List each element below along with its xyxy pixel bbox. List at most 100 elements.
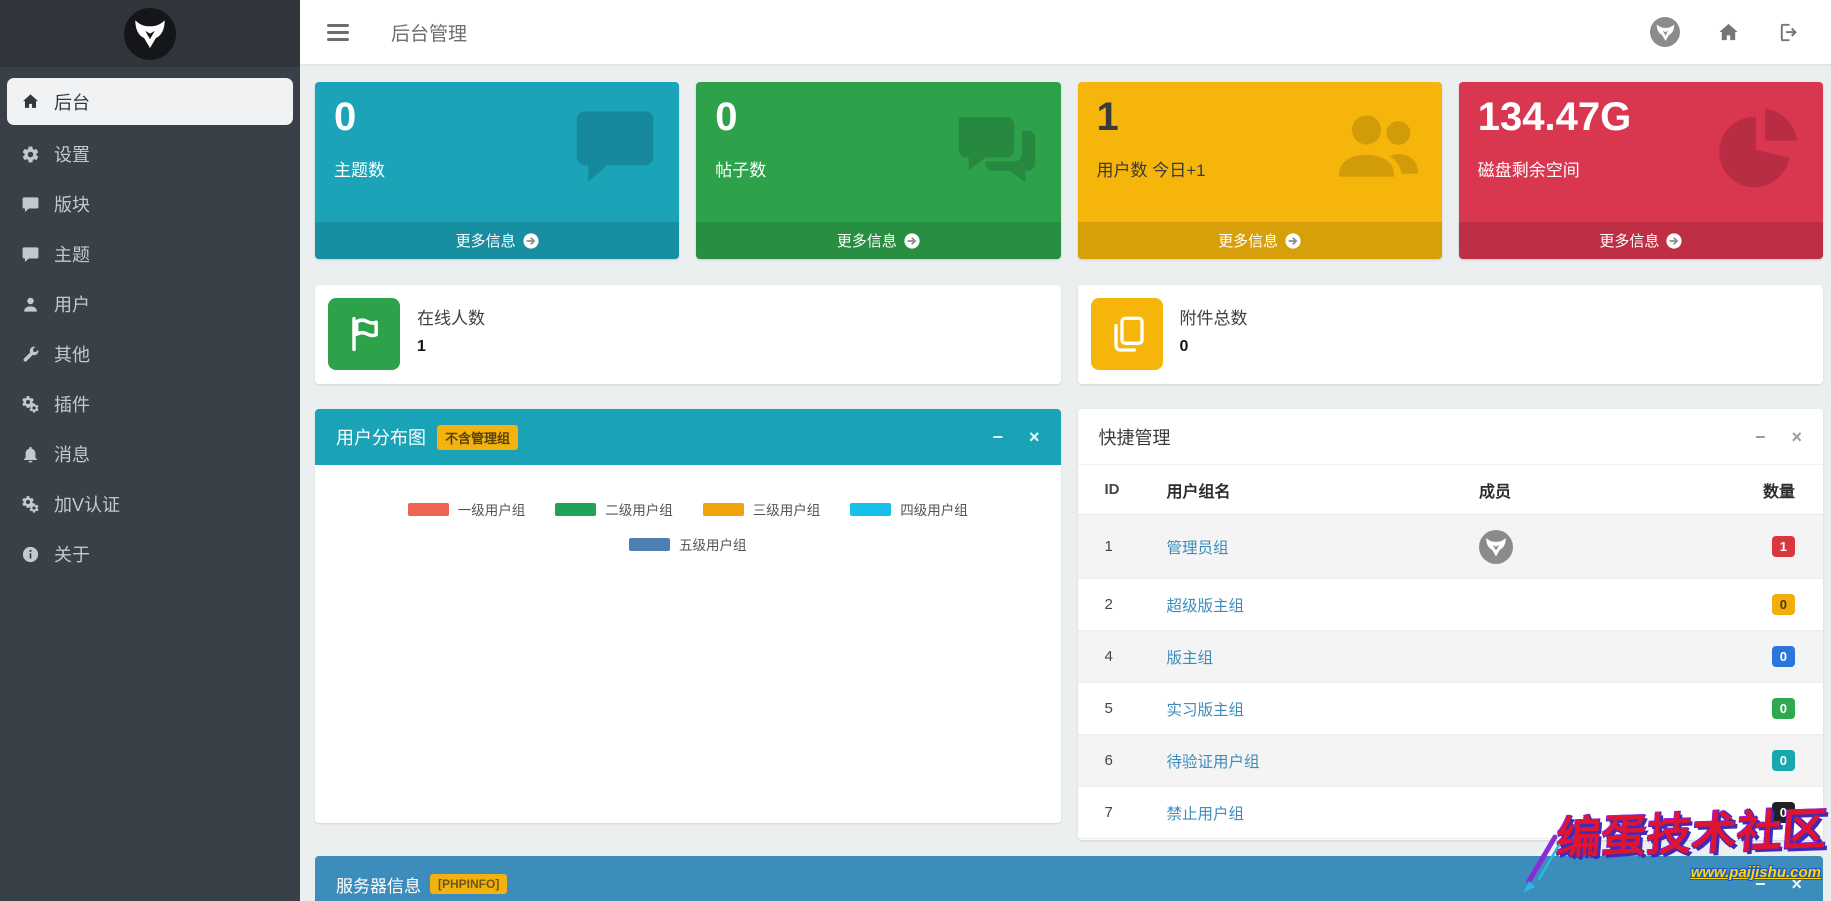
more-info-link[interactable]: 更多信息 [315, 222, 680, 259]
sidebar-item-label: 其他 [54, 345, 90, 365]
row-id: 1 [1104, 538, 1113, 555]
cogs-icon [21, 395, 40, 414]
gear-icon [21, 145, 40, 164]
row-id: 5 [1104, 700, 1113, 717]
group-link[interactable]: 超级版主组 [1167, 598, 1245, 615]
sign-out-icon[interactable] [1777, 21, 1800, 44]
more-info-link[interactable]: 更多信息 [696, 222, 1061, 259]
table-row: 7 禁止用户组 0 [1077, 787, 1823, 839]
close-button[interactable]: × [1029, 428, 1040, 446]
legend-item[interactable]: 五级用户组 [629, 534, 747, 554]
group-link[interactable]: 待验证用户组 [1167, 754, 1260, 771]
stat-card-users: 1 用户数 今日+1 更多信息 [1077, 82, 1442, 259]
sidebar-item-about[interactable]: 关于 [0, 529, 300, 579]
quick-manage-panel: 快捷管理 − × ID 用户组名 成员 数量 1 管理员组 1 2 超级版主组 … [1077, 409, 1823, 840]
close-button[interactable]: × [1791, 428, 1802, 446]
flag-icon [328, 298, 400, 370]
sidebar-item-verification[interactable]: 加V认证 [0, 479, 300, 529]
users-icon [1332, 100, 1424, 192]
stat-card-topics: 0 主题数 更多信息 [315, 82, 680, 259]
legend-label: 四级用户组 [900, 503, 968, 518]
wrench-icon [21, 345, 40, 364]
row-id: 2 [1104, 596, 1113, 613]
row-id: 6 [1104, 752, 1113, 769]
group-link[interactable]: 管理员组 [1167, 540, 1229, 557]
main-content: 0 主题数 更多信息 0 帖子数 更多信息 1 用户数 今日+1 更多信息 13… [300, 64, 1831, 901]
sidebar-item-topics[interactable]: 主题 [0, 229, 300, 279]
sidebar-item-other[interactable]: 其他 [0, 329, 300, 379]
legend-item[interactable]: 一级用户组 [407, 499, 526, 519]
sidebar-toggle-button[interactable] [327, 23, 349, 41]
sidebar-item-plugins[interactable]: 插件 [0, 379, 300, 429]
arrow-circle-right-icon [1285, 233, 1301, 249]
member-avatar[interactable] [1479, 529, 1513, 564]
panel-title: 服务器信息 [336, 876, 421, 896]
group-link[interactable]: 禁止用户组 [1167, 806, 1245, 823]
sidebar-item-label: 加V认证 [54, 495, 121, 515]
stat-card-disk: 134.47G 磁盘剩余空间 更多信息 [1458, 82, 1823, 259]
sidebar-item-settings[interactable]: 设置 [0, 129, 300, 179]
info-boxes-row: 在线人数 1 附件总数 0 [315, 285, 1823, 384]
topbar: 后台管理 [300, 0, 1831, 64]
bell-icon [21, 445, 40, 464]
info-box-online: 在线人数 1 [315, 285, 1061, 384]
legend-swatch [850, 502, 892, 516]
row-id: 7 [1104, 804, 1113, 821]
chart-legend-row-1: 一级用户组 二级用户组 三级用户组 四级用户组 [315, 499, 1061, 519]
sidebar-logo-strip [0, 0, 300, 68]
panel-title: 快捷管理 [1098, 427, 1171, 448]
legend-label: 三级用户组 [752, 503, 821, 518]
sidebar-item-label: 用户 [54, 295, 90, 315]
brand-face-icon [1653, 20, 1678, 45]
group-link[interactable]: 实习版主组 [1167, 702, 1245, 719]
comments-icon [951, 100, 1043, 192]
brand-face-icon [1482, 533, 1510, 561]
info-box-title: 在线人数 [417, 309, 485, 328]
group-link[interactable]: 版主组 [1167, 650, 1214, 667]
user-distribution-panel: 用户分布图 不含管理组 − × 一级用户组 二级用户组 三级用户组 四级用户组 … [315, 409, 1061, 823]
avatar[interactable] [1650, 17, 1680, 47]
legend-label: 一级用户组 [457, 503, 526, 518]
legend-item[interactable]: 二级用户组 [555, 499, 673, 519]
table-row: 2 超级版主组 0 [1077, 579, 1823, 631]
legend-swatch [407, 502, 449, 516]
more-info-label: 更多信息 [455, 233, 516, 250]
info-box-title: 附件总数 [1179, 309, 1248, 328]
count-badge: 0 [1771, 802, 1795, 823]
minimize-button[interactable]: − [992, 428, 1003, 446]
brand-logo[interactable] [124, 7, 176, 60]
phpinfo-badge[interactable]: [PHPINFO] [430, 874, 508, 894]
home-icon [21, 92, 40, 111]
legend-item[interactable]: 三级用户组 [702, 499, 821, 519]
sidebar-item-messages[interactable]: 消息 [0, 429, 300, 479]
sidebar-item-label: 主题 [54, 245, 90, 265]
panel-header: 用户分布图 不含管理组 − × [315, 409, 1061, 465]
legend-swatch [629, 537, 670, 551]
count-badge: 0 [1771, 698, 1795, 719]
panels-row: 用户分布图 不含管理组 − × 一级用户组 二级用户组 三级用户组 四级用户组 … [315, 409, 1823, 840]
minimize-button[interactable]: − [1755, 875, 1766, 893]
col-count: 数量 [1762, 483, 1795, 501]
legend-swatch [702, 502, 744, 516]
sidebar-item-users[interactable]: 用户 [0, 279, 300, 329]
table-row: 5 实习版主组 0 [1077, 683, 1823, 735]
row-id: 4 [1104, 648, 1113, 665]
count-badge: 0 [1771, 646, 1795, 667]
chart-canvas: 一级用户组 二级用户组 三级用户组 四级用户组 五级用户组 [315, 465, 1061, 554]
sidebar-menu: 后台 设置 版块 主题 用户 其他 插件 消息 加V认证 关于 [0, 68, 300, 579]
page-title: 后台管理 [391, 23, 468, 45]
table-row: 6 待验证用户组 0 [1077, 735, 1823, 787]
user-icon [21, 295, 40, 314]
more-info-link[interactable]: 更多信息 [1458, 222, 1823, 259]
close-button[interactable]: × [1791, 875, 1802, 893]
home-icon[interactable] [1717, 21, 1740, 44]
more-info-link[interactable]: 更多信息 [1077, 222, 1442, 259]
minimize-button[interactable]: − [1755, 428, 1766, 446]
panel-badge: 不含管理组 [437, 424, 519, 450]
sidebar-item-forums[interactable]: 版块 [0, 179, 300, 229]
sidebar-item-label: 关于 [54, 545, 90, 565]
legend-swatch [555, 502, 597, 516]
sidebar-item-backend[interactable]: 后台 [7, 78, 293, 125]
stat-cards-row: 0 主题数 更多信息 0 帖子数 更多信息 1 用户数 今日+1 更多信息 13… [315, 82, 1823, 259]
legend-item[interactable]: 四级用户组 [850, 499, 968, 519]
